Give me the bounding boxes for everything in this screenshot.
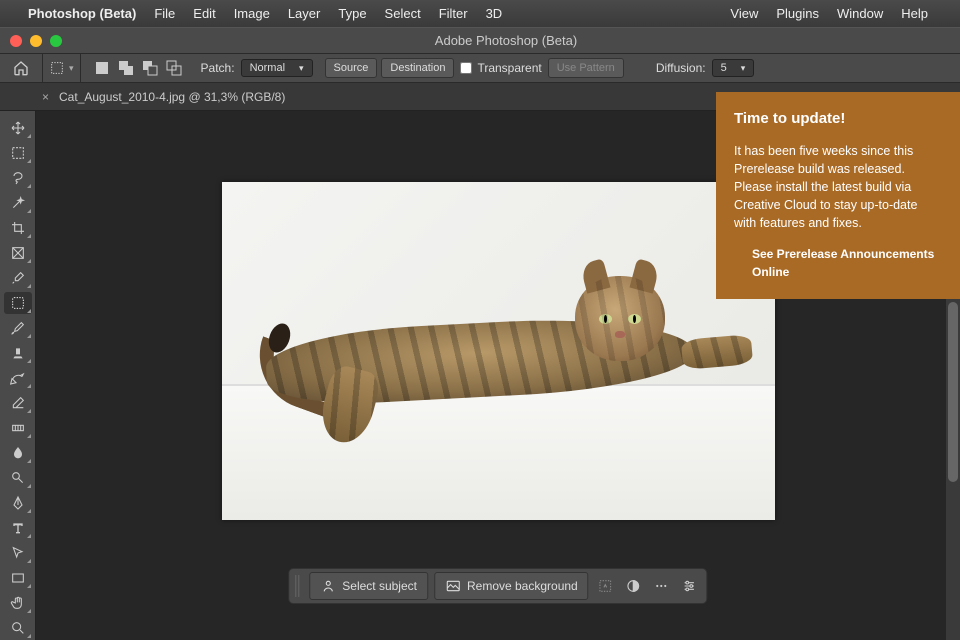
system-menubar: Photoshop (Beta) File Edit Image Layer T… — [0, 0, 960, 27]
menu-edit[interactable]: Edit — [193, 6, 215, 21]
pen-tool[interactable] — [4, 492, 32, 514]
selection-add-icon[interactable] — [117, 59, 135, 77]
window-title: Adobe Photoshop (Beta) — [62, 33, 950, 48]
rectangle-tool[interactable] — [4, 567, 32, 589]
marquee-tool[interactable] — [4, 142, 32, 164]
remove-background-button[interactable]: Remove background — [434, 572, 589, 600]
dodge-tool[interactable] — [4, 467, 32, 489]
document-tab[interactable]: Cat_August_2010-4.jpg @ 31,3% (RGB/8) — [59, 90, 285, 104]
traffic-lights — [10, 35, 62, 47]
crop-tool[interactable] — [4, 217, 32, 239]
transparent-checkbox[interactable]: Transparent — [460, 61, 541, 75]
eraser-tool[interactable] — [4, 392, 32, 414]
patch-label: Patch: — [201, 61, 235, 75]
menu-window[interactable]: Window — [837, 6, 883, 21]
brush-tool[interactable] — [4, 317, 32, 339]
close-window-button[interactable] — [10, 35, 22, 47]
tools-panel — [0, 111, 36, 640]
properties-icon[interactable] — [679, 575, 701, 597]
patch-tool[interactable] — [4, 292, 32, 314]
type-tool[interactable] — [4, 517, 32, 539]
menu-file[interactable]: File — [154, 6, 175, 21]
menu-layer[interactable]: Layer — [288, 6, 321, 21]
menu-help[interactable]: Help — [901, 6, 928, 21]
destination-button[interactable]: Destination — [381, 58, 454, 78]
drag-handle-icon[interactable] — [295, 575, 299, 597]
zoom-tool[interactable] — [4, 617, 32, 639]
notification-body: It has been five weeks since this Prerel… — [734, 142, 942, 233]
use-pattern-button: Use Pattern — [548, 58, 624, 78]
app-name[interactable]: Photoshop (Beta) — [28, 6, 136, 21]
menu-select[interactable]: Select — [385, 6, 421, 21]
more-icon[interactable] — [651, 575, 673, 597]
move-tool[interactable] — [4, 117, 32, 139]
magic-wand-tool[interactable] — [4, 192, 32, 214]
history-brush-tool[interactable] — [4, 367, 32, 389]
patch-mode-dropdown[interactable]: Normal▾ — [241, 59, 313, 77]
selection-intersect-icon[interactable] — [165, 59, 183, 77]
path-selection-tool[interactable] — [4, 542, 32, 564]
update-notification: Time to update! It has been five weeks s… — [716, 92, 960, 299]
eyedropper-tool[interactable] — [4, 267, 32, 289]
blur-tool[interactable] — [4, 442, 32, 464]
window-titlebar: Adobe Photoshop (Beta) — [0, 27, 960, 53]
menu-view[interactable]: View — [730, 6, 758, 21]
tab-close-icon[interactable]: × — [42, 90, 49, 104]
lasso-tool[interactable] — [4, 167, 32, 189]
selection-new-icon[interactable] — [93, 59, 111, 77]
hand-tool[interactable] — [4, 592, 32, 614]
select-subject-button[interactable]: Select subject — [309, 572, 428, 600]
menu-image[interactable]: Image — [234, 6, 270, 21]
selection-subtract-icon[interactable] — [141, 59, 159, 77]
clone-stamp-tool[interactable] — [4, 342, 32, 364]
home-button[interactable] — [6, 57, 36, 79]
menu-filter[interactable]: Filter — [439, 6, 468, 21]
options-bar: ▾ Patch: Normal▾ Source Destination Tran… — [0, 53, 960, 83]
menu-3d[interactable]: 3D — [486, 6, 503, 21]
notification-link[interactable]: See Prerelease Announcements Online — [734, 246, 942, 281]
document-canvas[interactable] — [222, 182, 775, 520]
adjustments-icon[interactable] — [623, 575, 645, 597]
contextual-task-bar: Select subject Remove background — [288, 568, 707, 604]
scrollbar-thumb[interactable] — [948, 302, 958, 482]
diffusion-label: Diffusion: — [656, 61, 706, 75]
maximize-window-button[interactable] — [50, 35, 62, 47]
selection-mode-group — [87, 59, 189, 77]
diffusion-dropdown[interactable]: 5▾ — [712, 59, 755, 77]
generative-fill-icon[interactable] — [595, 575, 617, 597]
frame-tool[interactable] — [4, 242, 32, 264]
tool-preset-picker[interactable]: ▾ — [42, 54, 81, 82]
source-button[interactable]: Source — [325, 58, 378, 78]
minimize-window-button[interactable] — [30, 35, 42, 47]
patch-group: Patch: Normal▾ — [195, 59, 319, 77]
menu-type[interactable]: Type — [338, 6, 366, 21]
menu-plugins[interactable]: Plugins — [776, 6, 819, 21]
notification-title: Time to update! — [734, 108, 942, 130]
gradient-tool[interactable] — [4, 417, 32, 439]
